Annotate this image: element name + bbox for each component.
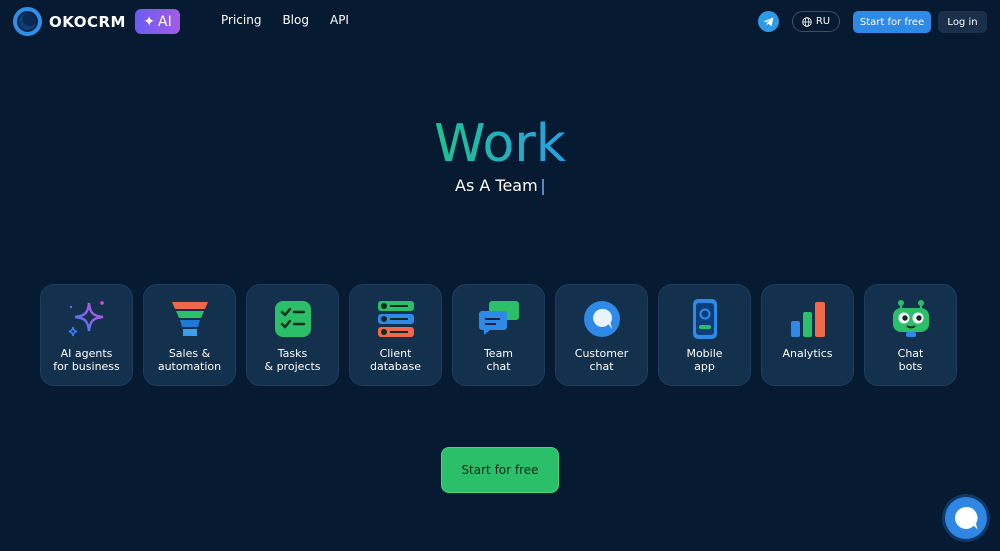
chat-bubble-icon xyxy=(955,506,978,530)
login-button[interactable]: Log in xyxy=(938,11,987,33)
feature-card-ai-agents[interactable]: AI agents for business xyxy=(40,284,133,386)
feature-label: Chat bots xyxy=(897,347,924,373)
contacts-icon xyxy=(376,297,416,341)
bar-chart-icon xyxy=(788,297,828,341)
main-nav: Pricing Blog API xyxy=(221,13,349,27)
hero-title-text: Work xyxy=(434,114,566,174)
feature-label: Tasks & projects xyxy=(264,347,321,373)
robot-icon xyxy=(890,297,932,341)
feature-label: AI agents for business xyxy=(53,347,120,373)
customer-chat-icon xyxy=(582,297,622,341)
feature-card-team-chat[interactable]: Team chat xyxy=(452,284,545,386)
feature-card-tasks[interactable]: Tasks & projects xyxy=(246,284,339,386)
feature-card-client-db[interactable]: Client database xyxy=(349,284,442,386)
feature-cards: AI agents for business Sales & automatio… xyxy=(40,284,957,386)
sparkle-icon: ✦ xyxy=(143,13,155,30)
brand-name: OKOCRM xyxy=(49,12,126,31)
feature-label: Team chat xyxy=(483,347,514,373)
ai-badge-label: AI xyxy=(158,13,172,30)
logo-ring-icon xyxy=(13,7,42,36)
feature-label: Sales & automation xyxy=(157,347,222,373)
feature-card-sales[interactable]: Sales & automation xyxy=(143,284,236,386)
brand-logo[interactable]: OKOCRM xyxy=(13,7,126,36)
nav-pricing[interactable]: Pricing xyxy=(221,13,261,27)
funnel-icon xyxy=(170,297,210,341)
sparkles-icon xyxy=(65,297,109,341)
feature-card-analytics[interactable]: Analytics xyxy=(761,284,854,386)
language-label: RU xyxy=(815,16,831,27)
landing-page: OKOCRM ✦ AI Pricing Blog API RU Start fo… xyxy=(0,0,1000,551)
feature-label: Analytics xyxy=(782,347,833,360)
start-for-free-button[interactable]: Start for free xyxy=(441,447,559,493)
feature-card-mobile[interactable]: Mobile app xyxy=(658,284,751,386)
feature-label: Mobile app xyxy=(686,347,723,373)
telegram-icon[interactable] xyxy=(758,11,779,32)
mobile-icon xyxy=(691,297,719,341)
hero-subtitle: As A Team xyxy=(455,176,538,195)
globe-icon xyxy=(802,16,812,27)
header-start-button[interactable]: Start for free xyxy=(853,11,931,33)
chat-widget-button[interactable] xyxy=(945,497,987,539)
nav-api[interactable]: API xyxy=(330,13,349,27)
ai-badge[interactable]: ✦ AI xyxy=(135,9,180,34)
feature-label: Client database xyxy=(370,347,421,373)
checklist-icon xyxy=(273,297,313,341)
language-switcher[interactable]: RU xyxy=(792,11,840,32)
hero-title: Work xyxy=(0,114,1000,174)
feature-card-customer-chat[interactable]: Customer chat xyxy=(555,284,648,386)
typing-caret xyxy=(542,179,544,195)
team-chat-icon xyxy=(478,297,520,341)
nav-blog[interactable]: Blog xyxy=(282,13,309,27)
feature-card-chat-bots[interactable]: Chat bots xyxy=(864,284,957,386)
feature-label: Customer chat xyxy=(574,347,629,373)
